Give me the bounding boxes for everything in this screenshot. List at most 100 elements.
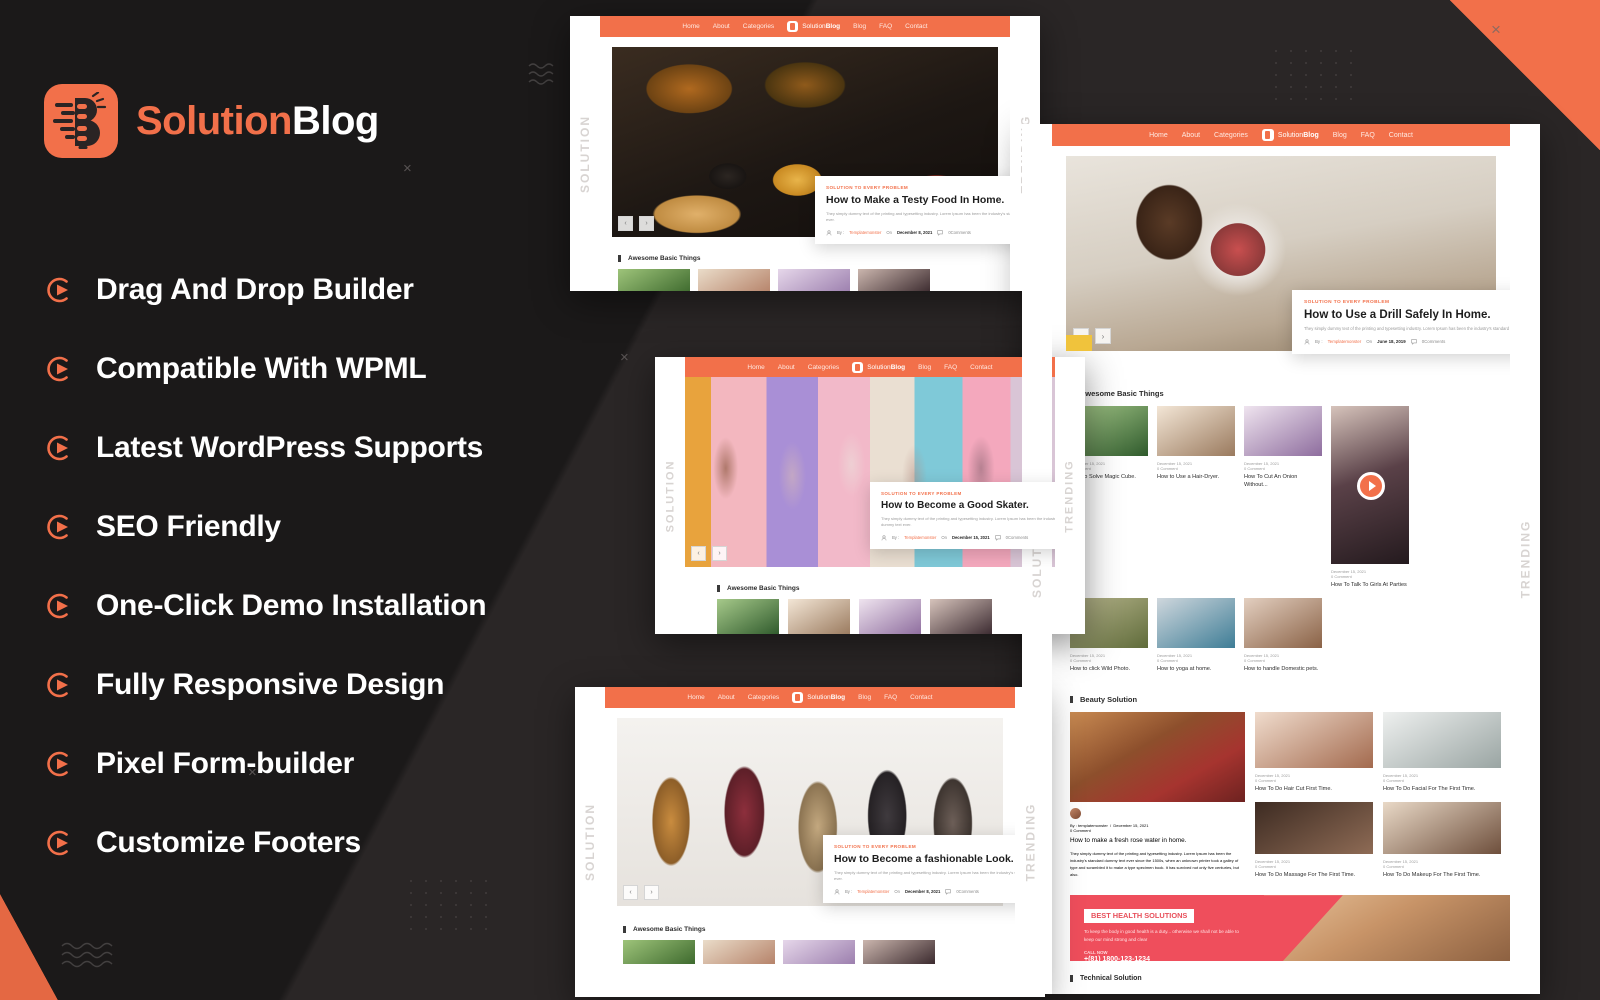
grid-dot (440, 928, 442, 930)
tile-thumb[interactable] (717, 599, 779, 634)
tile-thumb[interactable] (930, 599, 992, 634)
nav-home[interactable]: Home (687, 694, 704, 701)
hero-carousel-arrows[interactable]: ‹ › (691, 546, 727, 561)
mockup-food-post-card[interactable]: SOLUTION TO EVERY PROBLEM How to Make a … (815, 176, 1010, 244)
nav-faq[interactable]: FAQ (1361, 132, 1375, 139)
nav-about[interactable]: About (778, 364, 795, 371)
comment-icon (1410, 339, 1417, 345)
wave-lines-decoration-top (528, 63, 554, 85)
nav-contact[interactable]: Contact (1389, 132, 1413, 139)
tile-thumb[interactable] (623, 940, 695, 964)
play-arc-icon (44, 591, 74, 621)
nav-blog[interactable]: Blog (858, 694, 871, 701)
grid-dot (1350, 62, 1352, 64)
nav-logo[interactable]: SolutionBlog (792, 692, 845, 703)
nav-categories[interactable]: Categories (748, 694, 779, 701)
nav-about[interactable]: About (718, 694, 735, 701)
grid-dot (1350, 86, 1352, 88)
list-item[interactable]: December 15, 2021 0 Comment How to Use a… (1157, 406, 1235, 590)
nav-logo[interactable]: SolutionBlog (787, 21, 840, 32)
list-item[interactable]: December 15, 2021 0 Comment How to yoga … (1157, 597, 1235, 674)
list-item-featured[interactable]: December 15, 2021 0 Comment How To Talk … (1331, 406, 1409, 590)
mockup-fashion-post-card[interactable]: SOLUTION TO EVERY PROBLEM How to Become … (823, 835, 1015, 903)
grid-dot (470, 916, 472, 918)
grid-dot (425, 916, 427, 918)
tile-thumb[interactable] (863, 940, 935, 964)
tile-thumb[interactable] (778, 269, 850, 291)
nav-contact[interactable]: Contact (970, 364, 992, 371)
nav-contact[interactable]: Contact (910, 694, 932, 701)
nav-blog[interactable]: Blog (853, 23, 866, 30)
prev-arrow-icon[interactable]: ‹ (691, 546, 706, 561)
list-item[interactable]: December 15, 2021 0 Comment How To Do Ha… (1255, 712, 1373, 794)
tile-thumb[interactable] (783, 940, 855, 964)
tile-thumb[interactable] (703, 940, 775, 964)
prev-arrow-icon[interactable]: ‹ (623, 885, 638, 900)
mockup-food[interactable]: SOLUTION TRENDING Home About Categories … (570, 16, 1040, 291)
prev-arrow-icon[interactable]: ‹ (618, 216, 633, 231)
tile-thumb[interactable] (618, 269, 690, 291)
tile-thumb[interactable] (698, 269, 770, 291)
mockup-skater-post-card[interactable]: SOLUTION TO EVERY PROBLEM How to Become … (870, 482, 1055, 549)
nav-faq[interactable]: FAQ (884, 694, 897, 701)
side-label-trending: TRENDING (1510, 124, 1540, 994)
card-kicker: SOLUTION TO EVERY PROBLEM (881, 491, 962, 496)
grid-dot (485, 928, 487, 930)
nav-faq[interactable]: FAQ (944, 364, 957, 371)
card-title: How to Make a Testy Food In Home. (826, 194, 1005, 206)
side-label-trending: TRENDING (1015, 687, 1045, 997)
nav-faq[interactable]: FAQ (879, 23, 892, 30)
next-arrow-icon[interactable]: › (639, 216, 654, 231)
mockup-food-navbar[interactable]: Home About Categories SolutionBlog Blog … (600, 16, 1010, 37)
nav-home[interactable]: Home (682, 23, 699, 30)
nav-about[interactable]: About (1182, 132, 1200, 139)
nav-logo[interactable]: SolutionBlog (1261, 129, 1319, 141)
x-decoration-4: × (1491, 20, 1501, 39)
list-item[interactable]: December 15, 2021 0 Comment How to handl… (1244, 597, 1322, 674)
next-arrow-icon[interactable]: › (644, 885, 659, 900)
nav-home[interactable]: Home (1149, 132, 1168, 139)
hero-carousel-arrows[interactable]: ‹ › (623, 885, 659, 900)
nav-blog[interactable]: Blog (1333, 132, 1347, 139)
nav-blog[interactable]: Blog (918, 364, 931, 371)
grid-dot (1350, 98, 1352, 100)
nav-categories[interactable]: Categories (1214, 132, 1248, 139)
mockup-skater[interactable]: SOLUTION TRENDING Home About Categories … (655, 357, 1085, 634)
grid-dot (410, 928, 412, 930)
tile-thumb[interactable] (858, 269, 930, 291)
mockup-fashion[interactable]: SOLUTION TRENDING Home About Categories … (575, 687, 1045, 997)
feature-item-1: Compatible With WPML (44, 329, 684, 408)
next-arrow-icon[interactable]: › (1095, 328, 1111, 344)
card-title: How to Become a Good Skater. (881, 500, 1029, 511)
beauty-main-post[interactable]: By : templatemonster / December 15, 2021… (1070, 712, 1245, 879)
mockup-drill-navbar[interactable]: Home About Categories SolutionBlog Blog … (1052, 124, 1510, 146)
section-heading-technical: Technical Solution (1070, 975, 1510, 982)
tile-thumb[interactable] (788, 599, 850, 634)
list-item[interactable]: December 15, 2021 0 Comment How To Do Ma… (1383, 801, 1501, 880)
next-arrow-icon[interactable]: › (712, 546, 727, 561)
nav-about[interactable]: About (713, 23, 730, 30)
grid-dot (1290, 86, 1292, 88)
tile-thumb[interactable] (859, 599, 921, 634)
grid-dot (1275, 62, 1277, 64)
mockup-fashion-navbar[interactable]: Home About Categories SolutionBlog Blog … (605, 687, 1015, 708)
play-button-icon[interactable] (1357, 472, 1385, 500)
mockup-drill[interactable]: SOLUTION TRENDING Home About Categories … (1022, 124, 1540, 994)
feature-label: Fully Responsive Design (96, 667, 445, 701)
mockup-drill-post-card[interactable]: SOLUTION TO EVERY PROBLEM How to Use a D… (1292, 290, 1510, 354)
nav-logo[interactable]: SolutionBlog (852, 361, 905, 373)
play-arc-icon (44, 354, 74, 384)
hero-carousel-arrows[interactable]: ‹ › (618, 216, 654, 231)
list-item[interactable]: December 15, 2021 0 Comment How To Cut A… (1244, 406, 1322, 590)
feature-label: Compatible With WPML (96, 351, 427, 385)
nav-categories[interactable]: Categories (743, 23, 774, 30)
nav-home[interactable]: Home (747, 364, 764, 371)
list-item[interactable]: December 15, 2021 0 Comment How To Do Ma… (1255, 801, 1373, 880)
card-meta: By : Templatemonster On December 8, 2021… (826, 230, 1010, 236)
list-item[interactable]: December 15, 2021 0 Comment How To Do Fa… (1383, 712, 1501, 794)
health-banner-phone[interactable]: +(81) 1800-123-1234 (1084, 956, 1244, 961)
nav-categories[interactable]: Categories (808, 364, 839, 371)
nav-contact[interactable]: Contact (905, 23, 927, 30)
mockup-skater-navbar[interactable]: Home About Categories SolutionBlog Blog … (685, 357, 1055, 377)
health-banner[interactable]: BEST HEALTH SOLUTIONS To keep the body i… (1070, 895, 1510, 962)
